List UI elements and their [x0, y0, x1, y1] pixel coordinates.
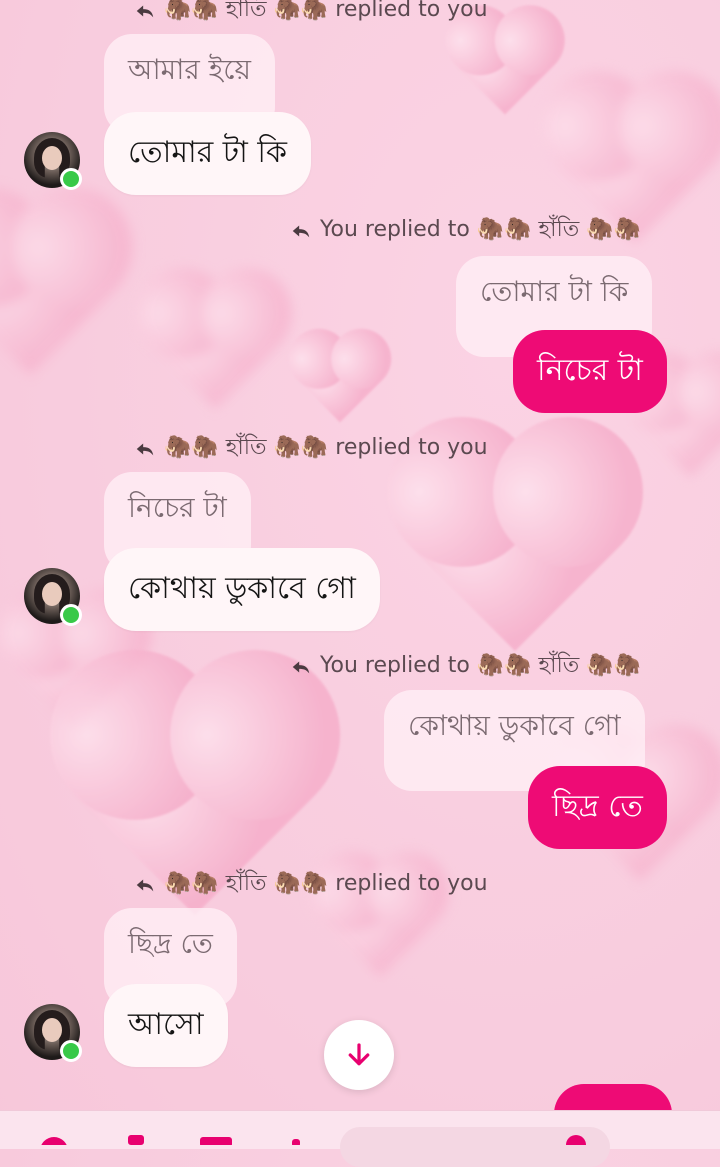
reply-header: You replied to 🦣🦣 হাঁতি 🦣🦣: [290, 648, 641, 685]
avatar[interactable]: [24, 568, 82, 626]
incoming-message-bubble[interactable]: কোথায় ডুকাবে গো: [104, 548, 380, 631]
reply-arrow-icon: [134, 438, 156, 460]
reply-arrow-icon: [290, 656, 312, 678]
avatar[interactable]: [24, 132, 82, 190]
arrow-down-icon: [348, 1043, 370, 1066]
online-status-dot: [60, 168, 82, 190]
reply-header-text: You replied to 🦣🦣 হাঁতি 🦣🦣: [320, 217, 642, 242]
incoming-message-bubble[interactable]: তোমার টা কি: [104, 112, 311, 195]
composer-action-icon[interactable]: [36, 1121, 72, 1165]
gallery-icon[interactable]: [196, 1121, 236, 1147]
avatar[interactable]: [24, 1004, 82, 1062]
reply-arrow-icon: [290, 220, 312, 242]
online-status-dot: [60, 1040, 82, 1062]
scroll-to-bottom-button[interactable]: [324, 1020, 394, 1090]
reply-header: 🦣🦣 হাঁতি 🦣🦣 replied to you: [134, 866, 488, 903]
heart-decoration: [151, 281, 279, 409]
reply-header: 🦣🦣 হাঁতি 🦣🦣 replied to you: [134, 0, 488, 29]
reply-header: 🦣🦣 হাঁতি 🦣🦣 replied to you: [134, 430, 488, 467]
reply-header-text: 🦣🦣 হাঁতি 🦣🦣 replied to you: [164, 435, 488, 460]
heart-decoration: [455, 15, 555, 115]
reply-arrow-icon: [134, 874, 156, 896]
heart-decoration: [0, 205, 115, 375]
heart-decoration: [297, 337, 383, 423]
incoming-message-bubble[interactable]: আসো: [104, 984, 228, 1067]
sticker-icon[interactable]: [564, 1121, 588, 1155]
microphone-icon[interactable]: [286, 1121, 306, 1147]
message-composer: [0, 1110, 720, 1167]
avatar-face: [42, 146, 62, 170]
avatar-face: [42, 1018, 62, 1042]
reply-header-text: You replied to 🦣🦣 হাঁতি 🦣🦣: [320, 653, 642, 678]
online-status-dot: [60, 604, 82, 626]
camera-icon[interactable]: [124, 1121, 148, 1145]
reply-arrow-icon: [134, 0, 156, 22]
reply-header: You replied to 🦣🦣 হাঁতি 🦣🦣: [290, 212, 641, 249]
heart-decoration: [408, 438, 622, 652]
reply-header-text: 🦣🦣 হাঁতি 🦣🦣 replied to you: [164, 0, 488, 22]
reply-header-text: 🦣🦣 হাঁতি 🦣🦣 replied to you: [164, 871, 488, 896]
avatar-face: [42, 582, 62, 606]
outgoing-message-bubble[interactable]: ছিদ্র তে: [528, 766, 667, 849]
outgoing-message-bubble[interactable]: নিচের টা: [513, 330, 667, 413]
